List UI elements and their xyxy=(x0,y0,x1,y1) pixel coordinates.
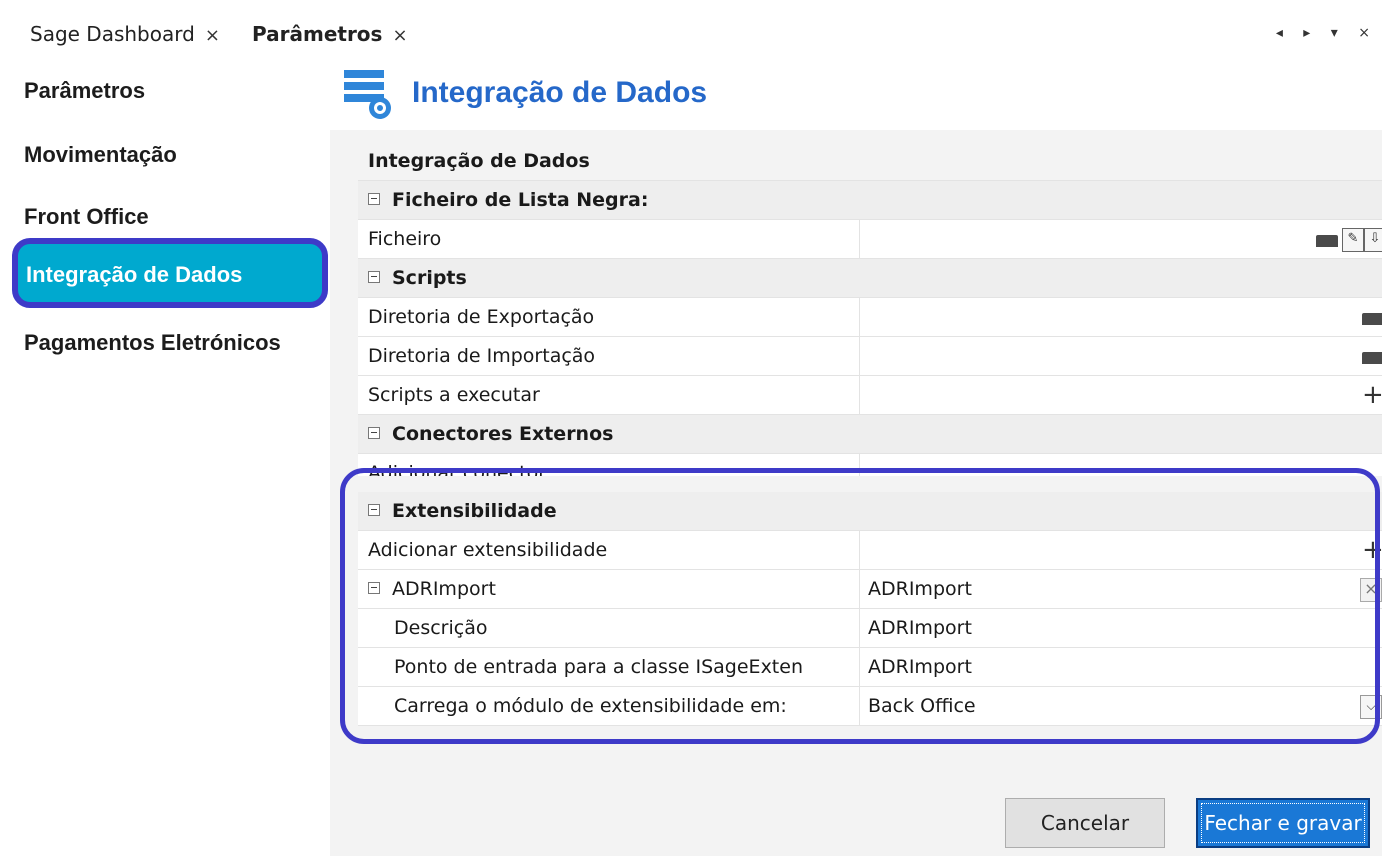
property-label: Adicionar conector xyxy=(358,454,860,476)
download-icon[interactable]: ⇩ xyxy=(1364,228,1382,252)
category-label: Ficheiro de Lista Negra: xyxy=(392,189,649,211)
property-row-ficheiro[interactable]: Ficheiro ✎ ⇩ xyxy=(358,220,1382,259)
property-label: Diretoria de Importação xyxy=(358,337,860,375)
sidebar-item-front-office[interactable]: Front Office xyxy=(24,204,149,230)
property-value[interactable]: ADRImport xyxy=(860,648,1382,686)
property-row-descricao[interactable]: Descrição ADRImport xyxy=(358,609,1382,648)
property-label: Carrega o módulo de extensibilidade em: xyxy=(358,687,860,725)
category-lista-negra[interactable]: Ficheiro de Lista Negra: xyxy=(358,181,1382,220)
sidebar-item-integracao-de-dados[interactable]: Integração de Dados xyxy=(26,262,242,288)
property-value[interactable]: Back Office xyxy=(860,687,1382,725)
content-area: Integração de Dados Integração de Dados … xyxy=(330,58,1382,856)
property-label: Diretoria de Exportação xyxy=(358,298,860,336)
sidebar-item-parametros[interactable]: Parâmetros xyxy=(24,78,145,104)
category-scripts[interactable]: Scripts xyxy=(358,259,1382,298)
collapse-icon[interactable] xyxy=(368,427,380,439)
close-icon[interactable]: × xyxy=(392,25,407,46)
grid-title: Integração de Dados xyxy=(368,150,590,172)
sidebar-active-highlight: Integração de Dados xyxy=(12,238,328,308)
document-tabstrip: Sage Dashboard × Parâmetros × ◂ ▸ ▾ × xyxy=(0,0,1382,58)
property-value[interactable] xyxy=(860,376,1382,414)
property-label: Adicionar extensibilidade xyxy=(358,531,860,569)
page-header: Integração de Dados xyxy=(330,58,1382,130)
property-row-adrimport[interactable]: ADRImport ADRImport × xyxy=(358,570,1382,609)
property-row-dir-importacao[interactable]: Diretoria de Importação xyxy=(358,337,1382,376)
sidebar-item-movimentacao[interactable]: Movimentação xyxy=(24,142,177,168)
folder-icon[interactable] xyxy=(1362,313,1382,325)
close-icon[interactable]: × xyxy=(205,25,220,46)
property-label: Descrição xyxy=(358,609,860,647)
property-value[interactable] xyxy=(860,531,1382,569)
category-extensibilidade[interactable]: Extensibilidade xyxy=(358,492,1382,531)
page-title: Integração de Dados xyxy=(412,76,708,109)
collapse-icon[interactable] xyxy=(368,582,380,594)
property-row-carrega-modulo[interactable]: Carrega o módulo de extensibilidade em: … xyxy=(358,687,1382,726)
tab-label: Sage Dashboard xyxy=(30,22,195,46)
folder-icon[interactable] xyxy=(1316,235,1338,247)
category-label: Scripts xyxy=(392,267,467,289)
grid-title-row: Integração de Dados xyxy=(358,142,1382,181)
property-grid: Integração de Dados Ficheiro de Lista Ne… xyxy=(358,142,1382,726)
property-label: Ponto de entrada para a classe ISageExte… xyxy=(358,648,860,686)
category-label: Conectores Externos xyxy=(392,423,614,445)
tab-sage-dashboard[interactable]: Sage Dashboard × xyxy=(30,22,220,46)
property-row-adicionar-extensibilidade[interactable]: Adicionar extensibilidade + xyxy=(358,531,1382,570)
property-label: ADRImport xyxy=(392,578,496,600)
property-row-ponto-entrada[interactable]: Ponto de entrada para a classe ISageExte… xyxy=(358,648,1382,687)
add-icon[interactable]: + xyxy=(1362,537,1382,563)
tab-scroll-controls[interactable]: ◂ ▸ ▾ × xyxy=(1276,25,1378,41)
edit-icon[interactable]: ✎ xyxy=(1342,228,1364,252)
property-value[interactable] xyxy=(860,337,1382,375)
tab-label: Parâmetros xyxy=(252,22,383,46)
property-row-scripts-executar[interactable]: Scripts a executar + xyxy=(358,376,1382,415)
category-label: Extensibilidade xyxy=(392,500,557,522)
property-row-adicionar-conector[interactable]: Adicionar conector xyxy=(358,454,1382,476)
collapse-icon[interactable] xyxy=(368,193,380,205)
property-value[interactable] xyxy=(860,298,1382,336)
cancel-button[interactable]: Cancelar xyxy=(1005,798,1165,848)
save-close-button[interactable]: Fechar e gravar xyxy=(1196,798,1370,848)
tab-parametros[interactable]: Parâmetros × xyxy=(252,22,408,46)
property-value[interactable] xyxy=(860,220,1382,258)
sidebar: Parâmetros Movimentação Front Office Int… xyxy=(0,58,330,856)
property-value[interactable] xyxy=(860,454,1382,476)
server-gear-icon xyxy=(344,70,391,119)
property-value[interactable]: ADRImport xyxy=(860,570,1382,608)
property-label: Ficheiro xyxy=(358,220,860,258)
folder-icon[interactable] xyxy=(1362,352,1382,364)
collapse-icon[interactable] xyxy=(368,504,380,516)
add-icon[interactable]: + xyxy=(1362,382,1382,408)
sidebar-item-pagamentos-eletronicos[interactable]: Pagamentos Eletrónicos xyxy=(24,330,281,356)
property-value[interactable]: ADRImport xyxy=(860,609,1382,647)
collapse-icon[interactable] xyxy=(368,271,380,283)
property-row-dir-exportacao[interactable]: Diretoria de Exportação xyxy=(358,298,1382,337)
property-label: Scripts a executar xyxy=(358,376,860,414)
chevron-down-icon[interactable]: ⌵ xyxy=(1360,695,1382,719)
category-conectores-externos[interactable]: Conectores Externos xyxy=(358,415,1382,454)
remove-icon[interactable]: × xyxy=(1360,578,1382,602)
